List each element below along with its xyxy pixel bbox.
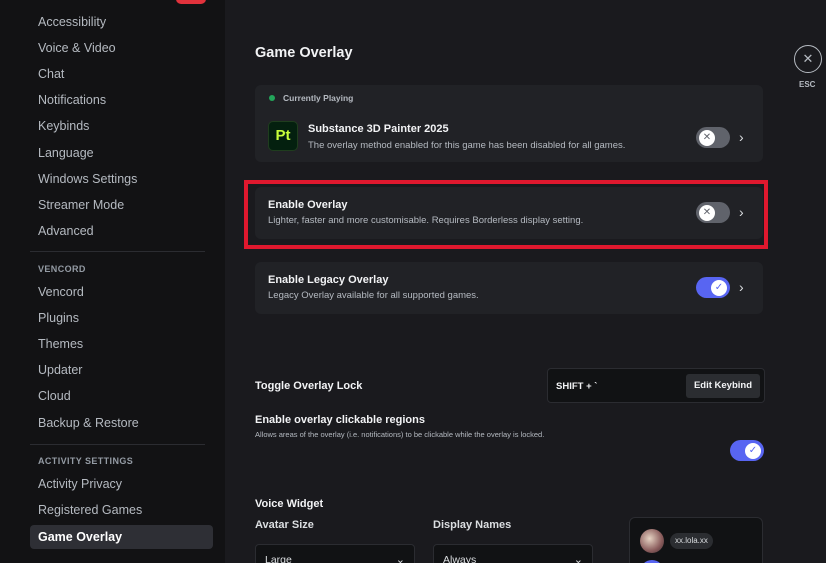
chevron-right-icon[interactable]: › bbox=[739, 280, 744, 294]
settings-sidebar: Accessibility Voice & Video Chat Notific… bbox=[0, 0, 225, 563]
sidebar-section-header-activity: ACTIVITY SETTINGS bbox=[38, 456, 134, 466]
sidebar-item-plugins[interactable]: Plugins bbox=[30, 306, 213, 330]
keybind-recorder[interactable]: SHIFT + ` Edit Keybind bbox=[547, 368, 765, 403]
new-badge bbox=[176, 0, 206, 4]
sidebar-item-streamer-mode[interactable]: Streamer Mode bbox=[30, 193, 213, 217]
display-names-label: Display Names bbox=[433, 519, 512, 531]
voice-widget-preview: xx.lola.xx bbox=[629, 517, 763, 563]
sidebar-section-header-vencord: VENCORD bbox=[38, 264, 86, 274]
sidebar-divider bbox=[30, 444, 205, 445]
toggle-off-icon: ✕ bbox=[699, 129, 715, 146]
sidebar-item-cloud[interactable]: Cloud bbox=[30, 384, 213, 408]
esc-label: ESC bbox=[799, 80, 816, 89]
sidebar-item-game-overlay[interactable]: Game Overlay bbox=[30, 525, 213, 549]
voice-widget-title: Voice Widget bbox=[255, 498, 324, 510]
sidebar-item-voice-video[interactable]: Voice & Video bbox=[30, 36, 213, 60]
keybind-value: SHIFT + ` bbox=[556, 381, 598, 392]
legacy-overlay-card[interactable]: Enable Legacy Overlay Legacy Overlay ava… bbox=[255, 262, 763, 314]
sidebar-item-accessibility[interactable]: Accessibility bbox=[30, 10, 213, 34]
clickable-regions-title: Enable overlay clickable regions bbox=[255, 414, 425, 426]
sidebar-item-advanced[interactable]: Advanced bbox=[30, 219, 213, 243]
status-dot bbox=[269, 95, 275, 101]
display-names-select[interactable]: Always ⌄ bbox=[433, 544, 593, 563]
sidebar-item-themes[interactable]: Themes bbox=[30, 332, 213, 356]
sidebar-item-windows-settings[interactable]: Windows Settings bbox=[30, 167, 213, 191]
sidebar-item-activity-privacy[interactable]: Activity Privacy bbox=[30, 472, 213, 496]
chevron-down-icon: ⌄ bbox=[395, 554, 405, 563]
chevron-down-icon: ⌄ bbox=[573, 554, 583, 563]
display-names-value: Always bbox=[443, 554, 477, 563]
checkmark-icon: ✓ bbox=[745, 442, 761, 459]
sidebar-item-backup-restore[interactable]: Backup & Restore bbox=[30, 411, 213, 435]
clickable-regions-toggle[interactable]: ✓ bbox=[730, 440, 764, 461]
avatar-size-value: Large bbox=[265, 554, 292, 563]
sidebar-divider bbox=[30, 251, 205, 252]
legacy-overlay-description: Legacy Overlay available for all support… bbox=[268, 290, 479, 301]
substance-painter-app-icon: Pt bbox=[268, 121, 298, 151]
avatar-size-label: Avatar Size bbox=[255, 519, 314, 531]
legacy-overlay-title: Enable Legacy Overlay bbox=[268, 274, 389, 286]
game-name: Substance 3D Painter 2025 bbox=[308, 123, 449, 135]
game-overlay-toggle[interactable]: ✕ bbox=[696, 127, 730, 148]
settings-content: Game Overlay Currently Playing Pt Substa… bbox=[225, 0, 826, 563]
avatar-size-select[interactable]: Large ⌄ bbox=[255, 544, 415, 563]
avatar bbox=[640, 529, 664, 553]
sidebar-item-vencord[interactable]: Vencord bbox=[30, 280, 213, 304]
sidebar-item-updater[interactable]: Updater bbox=[30, 358, 213, 382]
currently-playing-header: Currently Playing bbox=[283, 93, 354, 103]
chevron-right-icon[interactable]: › bbox=[739, 130, 744, 144]
game-overlay-description: The overlay method enabled for this game… bbox=[308, 140, 626, 151]
sidebar-item-chat[interactable]: Chat bbox=[30, 62, 213, 86]
close-button[interactable]: ✕ bbox=[794, 45, 822, 73]
currently-playing-card: Currently Playing Pt Substance 3D Painte… bbox=[255, 85, 763, 162]
sidebar-item-language[interactable]: Language bbox=[30, 141, 213, 165]
sidebar-item-notifications[interactable]: Notifications bbox=[30, 88, 213, 112]
page-title: Game Overlay bbox=[255, 45, 353, 61]
sidebar-item-keybinds[interactable]: Keybinds bbox=[30, 114, 213, 138]
clickable-regions-description: Allows areas of the overlay (i.e. notifi… bbox=[255, 430, 545, 439]
legacy-overlay-toggle[interactable]: ✓ bbox=[696, 277, 730, 298]
overlay-lock-title: Toggle Overlay Lock bbox=[255, 380, 363, 392]
checkmark-icon: ✓ bbox=[711, 279, 727, 296]
sidebar-item-registered-games[interactable]: Registered Games bbox=[30, 498, 213, 522]
preview-username: xx.lola.xx bbox=[670, 533, 713, 549]
edit-keybind-button[interactable]: Edit Keybind bbox=[685, 374, 760, 398]
highlight-frame bbox=[244, 180, 768, 249]
